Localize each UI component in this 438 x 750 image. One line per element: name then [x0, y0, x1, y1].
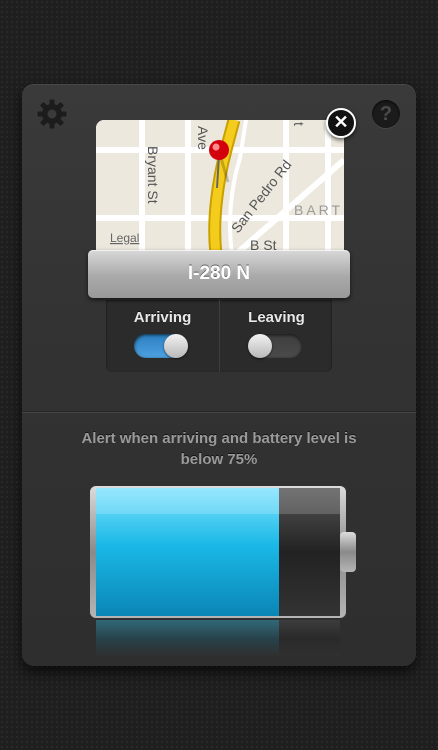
battery-level-slider[interactable] — [82, 480, 368, 660]
map-graphic: Ave Bryant St San Pedro Rd BART B St t L… — [96, 120, 344, 254]
trigger-toggles: Arriving Leaving — [106, 300, 332, 372]
leaving-label: Leaving — [248, 309, 305, 326]
alert-card: ? Ave Bryant St San Pedro Rd BART B St t… — [22, 84, 416, 666]
close-icon[interactable]: ✕ — [326, 108, 356, 138]
map-label-t: t — [291, 122, 307, 126]
arriving-label: Arriving — [133, 309, 192, 326]
map-label-bart: BART — [294, 202, 343, 218]
map-label-bryant: Bryant St — [145, 146, 161, 204]
map-view[interactable]: Ave Bryant St San Pedro Rd BART B St t L… — [96, 120, 344, 254]
section-divider — [22, 411, 416, 413]
leaving-switch-knob[interactable] — [248, 334, 272, 358]
alert-description: Alert when arriving and battery level is… — [81, 430, 357, 468]
location-name: I-280 N — [88, 250, 350, 298]
leaving-toggle-group: Leaving — [219, 300, 333, 372]
help-icon[interactable]: ? — [372, 100, 400, 128]
battery-terminal — [340, 532, 356, 572]
arriving-switch[interactable] — [134, 334, 188, 358]
leaving-switch[interactable] — [248, 334, 302, 358]
arriving-toggle-group: Arriving — [106, 300, 220, 372]
map-label-ave: Ave — [195, 126, 211, 150]
map-legal-link[interactable]: Legal — [110, 231, 139, 245]
gear-icon[interactable] — [36, 98, 68, 130]
battery-reflection — [96, 620, 279, 656]
arriving-switch-knob[interactable] — [164, 334, 188, 358]
